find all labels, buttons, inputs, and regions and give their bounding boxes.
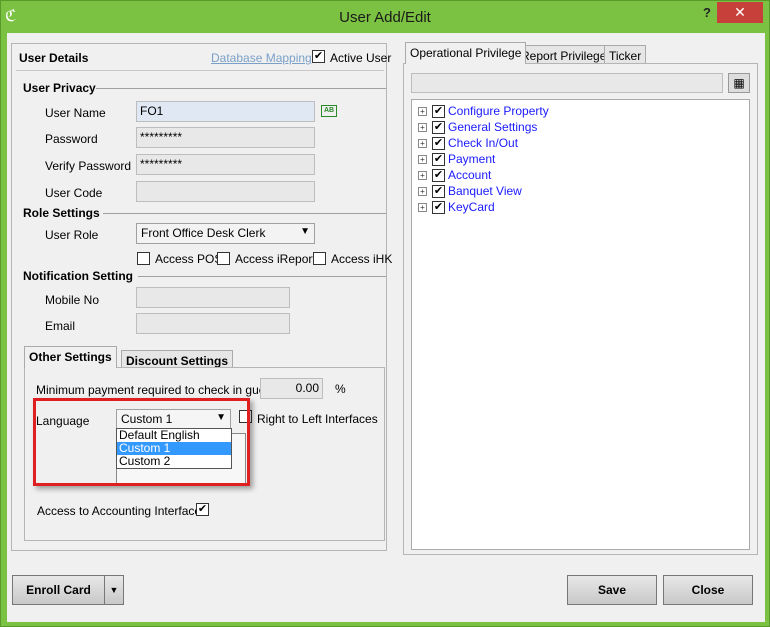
- tree-checkbox[interactable]: ✔: [432, 185, 445, 198]
- user-role-label: User Role: [45, 228, 99, 242]
- expand-icon[interactable]: +: [418, 139, 427, 148]
- privilege-panel: ▦ + ✔ Configure Property + ✔ General Setting…: [403, 63, 758, 555]
- user-code-input[interactable]: [136, 181, 315, 202]
- privilege-tree: + ✔ Configure Property + ✔ General Settings …: [411, 99, 750, 550]
- tab-other-settings[interactable]: Other Settings: [24, 346, 117, 368]
- database-mapping-link[interactable]: Database Mapping: [211, 51, 312, 65]
- other-settings-panel: Minimum payment required to check in gue…: [24, 367, 385, 541]
- tab-operational-privilege[interactable]: Operational Privilege: [405, 42, 527, 64]
- verify-password-label: Verify Password: [45, 159, 132, 173]
- accounting-interface-checkbox[interactable]: ✔: [196, 503, 209, 516]
- access-ireport-label: Access iReport: [235, 252, 316, 266]
- tree-checkbox[interactable]: ✔: [432, 153, 445, 166]
- access-pos-checkbox[interactable]: [137, 252, 150, 265]
- save-button[interactable]: Save: [567, 575, 657, 605]
- dialog-body: User Details Database Mapping ✔ Active U…: [7, 33, 765, 622]
- tab-ticker[interactable]: Ticker: [604, 45, 647, 64]
- tab-discount-settings[interactable]: Discount Settings: [121, 350, 234, 368]
- notification-heading: Notification Setting: [23, 269, 133, 283]
- tree-checkbox[interactable]: ✔: [432, 201, 445, 214]
- expand-icon[interactable]: +: [418, 203, 427, 212]
- user-name-label: User Name: [45, 106, 106, 120]
- access-ihk-checkbox[interactable]: [313, 252, 326, 265]
- user-privacy-heading: User Privacy: [23, 81, 96, 95]
- role-divider: [103, 213, 386, 214]
- expand-icon[interactable]: +: [418, 107, 427, 116]
- enroll-card-button[interactable]: Enroll Card: [12, 575, 105, 605]
- title-bar: ℭ User Add/Edit ? ✕: [1, 1, 769, 33]
- close-button[interactable]: Close: [663, 575, 753, 605]
- user-add-edit-window: ℭ User Add/Edit ? ✕ User Details Databas…: [0, 0, 770, 627]
- accounting-interface-label: Access to Accounting Interface: [37, 504, 202, 518]
- role-settings-heading: Role Settings: [23, 206, 100, 220]
- access-ireport-checkbox[interactable]: [217, 252, 230, 265]
- tree-checkbox[interactable]: ✔: [432, 137, 445, 150]
- active-user-label: Active User: [330, 51, 392, 65]
- tab-report-privilege[interactable]: Report Privilege: [516, 45, 612, 64]
- email-input[interactable]: [136, 313, 290, 334]
- user-name-input[interactable]: FO1: [136, 101, 315, 122]
- email-label: Email: [45, 319, 76, 333]
- chevron-down-icon: ▼: [109, 585, 119, 595]
- keyboard-ab-icon[interactable]: AB: [321, 105, 337, 117]
- percent-label: %: [335, 382, 346, 396]
- user-code-label: User Code: [45, 186, 103, 200]
- notification-divider: [138, 276, 386, 277]
- highlight-rectangle: [33, 398, 250, 486]
- password-label: Password: [45, 132, 98, 146]
- user-details-heading: User Details: [19, 51, 89, 65]
- user-role-value: Front Office Desk Clerk: [141, 226, 266, 240]
- privacy-divider: [96, 88, 386, 89]
- tree-checkbox[interactable]: ✔: [432, 121, 445, 134]
- grid-view-icon[interactable]: ▦: [728, 73, 750, 93]
- help-button[interactable]: ?: [697, 5, 717, 23]
- active-user-checkbox[interactable]: ✔: [312, 50, 325, 63]
- window-title: User Add/Edit: [339, 9, 431, 26]
- header-divider: [16, 70, 384, 71]
- privilege-search-input[interactable]: [411, 73, 723, 93]
- access-ihk-label: Access iHK: [331, 252, 393, 266]
- expand-icon[interactable]: +: [418, 171, 427, 180]
- mobile-label: Mobile No: [45, 293, 100, 307]
- password-input[interactable]: *********: [136, 127, 315, 148]
- user-details-panel: User Details Database Mapping ✔ Active U…: [11, 43, 392, 551]
- min-payment-label: Minimum payment required to check in gue…: [36, 383, 275, 397]
- enroll-card-dropdown-button[interactable]: ▼: [104, 575, 124, 605]
- mobile-input[interactable]: [136, 287, 290, 308]
- expand-icon[interactable]: +: [418, 123, 427, 132]
- expand-icon[interactable]: +: [418, 187, 427, 196]
- rtl-label: Right to Left Interfaces: [257, 412, 378, 426]
- tree-checkbox[interactable]: ✔: [432, 169, 445, 182]
- chevron-down-icon: ▼: [300, 226, 310, 237]
- tree-checkbox[interactable]: ✔: [432, 105, 445, 118]
- verify-password-input[interactable]: *********: [136, 154, 315, 175]
- access-pos-label: Access POS: [155, 252, 223, 266]
- min-payment-input[interactable]: 0.00: [260, 378, 323, 399]
- expand-icon[interactable]: +: [418, 155, 427, 164]
- user-role-select[interactable]: Front Office Desk Clerk ▼: [136, 223, 315, 244]
- window-close-button[interactable]: ✕: [717, 2, 763, 23]
